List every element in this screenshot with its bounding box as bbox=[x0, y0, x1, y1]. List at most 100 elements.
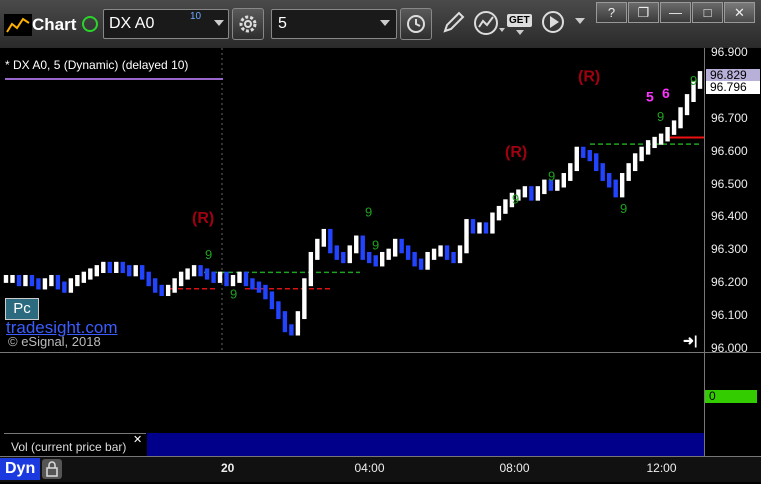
price-bar bbox=[438, 245, 443, 257]
volume-tag: 0 bbox=[705, 390, 757, 403]
price-bar bbox=[3, 274, 9, 283]
price-bar bbox=[16, 274, 22, 287]
restore-button[interactable]: ❐ bbox=[628, 2, 659, 23]
time-axis[interactable]: Dyn 20 04:00 08:00 12:00 bbox=[0, 456, 761, 482]
price-bar bbox=[354, 235, 359, 254]
price-bar bbox=[308, 251, 314, 287]
y-tick-label: 96.300 bbox=[711, 242, 748, 257]
price-bar bbox=[107, 261, 112, 274]
price-bar bbox=[594, 153, 599, 172]
settings-button[interactable] bbox=[232, 8, 264, 40]
studies-button[interactable] bbox=[472, 8, 506, 38]
symbol-value: DX A0 bbox=[109, 15, 155, 32]
minimize-button[interactable]: — bbox=[660, 2, 691, 23]
price-bar bbox=[684, 94, 690, 116]
price-bar bbox=[29, 274, 35, 287]
volume-legend-label: Vol (current price bar) bbox=[11, 440, 127, 454]
price-bar bbox=[568, 163, 573, 181]
price-bar bbox=[418, 258, 424, 270]
y-tick-label: 96.500 bbox=[711, 176, 748, 191]
interval-input[interactable]: 5 bbox=[271, 9, 397, 39]
sequential-count-mark: 9 bbox=[657, 109, 664, 124]
axis-mode-label[interactable]: Dyn bbox=[0, 458, 40, 480]
price-bar bbox=[671, 120, 677, 135]
price-bar bbox=[263, 284, 268, 300]
close-button[interactable]: ✕ bbox=[724, 2, 755, 23]
price-bar bbox=[211, 271, 216, 283]
play-button[interactable] bbox=[541, 10, 565, 34]
lock-icon[interactable] bbox=[42, 459, 62, 479]
maximize-button[interactable]: □ bbox=[692, 2, 723, 23]
get-data-button[interactable]: GET bbox=[507, 8, 537, 38]
price-bar bbox=[457, 245, 463, 264]
sequential-count-mark: 9 bbox=[230, 287, 237, 302]
price-bar bbox=[120, 261, 125, 274]
y-tick-label: 96.600 bbox=[711, 143, 748, 158]
x-tick-label: 04:00 bbox=[354, 461, 385, 475]
price-bar bbox=[574, 146, 579, 172]
chart-annotation: (R) bbox=[505, 144, 527, 161]
sequential-count-mark: 9 bbox=[548, 168, 555, 183]
close-icon[interactable]: ✕ bbox=[133, 433, 142, 446]
price-chart-canvas[interactable]: (R) (R) (R) 5 6 9 9 9 9 9 9 9 9 9 bbox=[0, 48, 704, 350]
price-bar bbox=[55, 274, 61, 290]
price-bar bbox=[477, 222, 482, 234]
price-bar bbox=[10, 274, 15, 283]
gear-icon bbox=[239, 15, 257, 33]
price-bar bbox=[159, 284, 164, 297]
price-bar bbox=[49, 274, 54, 287]
price-bar bbox=[606, 173, 612, 188]
price-axis[interactable]: 96.000 96.100 96.200 96.300 96.400 96.500 96.6… bbox=[704, 45, 761, 355]
price-bar bbox=[68, 278, 74, 293]
symbol-input[interactable]: DX A0 10 bbox=[103, 9, 229, 39]
price-bar bbox=[529, 186, 534, 201]
price-chart[interactable]: (R) (R) (R) 5 6 9 9 9 9 9 9 9 9 9 * DX A0, 5 (Dynamic… bbox=[0, 48, 704, 350]
y-tick-label: 96.100 bbox=[711, 308, 748, 323]
price-bar bbox=[256, 281, 262, 293]
volume-bar-strip bbox=[147, 433, 704, 456]
price-bar bbox=[295, 311, 301, 336]
y-tick-label: 96.200 bbox=[711, 275, 748, 290]
pencil-icon bbox=[443, 11, 465, 33]
price-bar bbox=[88, 268, 93, 280]
draw-tool-button[interactable] bbox=[438, 8, 468, 38]
price-bar bbox=[490, 212, 495, 234]
time-button[interactable] bbox=[400, 8, 432, 40]
price-bar bbox=[101, 261, 106, 274]
price-bar bbox=[341, 251, 346, 264]
chart-annotation: 5 bbox=[646, 88, 654, 104]
chevron-down-icon[interactable] bbox=[380, 20, 390, 26]
link-status-icon[interactable] bbox=[82, 16, 98, 32]
price-bar bbox=[386, 248, 391, 260]
price-bar bbox=[315, 238, 320, 260]
price-bar bbox=[146, 271, 151, 287]
price-bar bbox=[250, 278, 255, 290]
price-bar bbox=[555, 179, 560, 191]
scroll-to-end-icon[interactable]: ➜| bbox=[683, 333, 698, 349]
price-bar bbox=[328, 228, 333, 254]
price-bar bbox=[600, 163, 605, 181]
price-bar bbox=[639, 146, 644, 162]
price-bar bbox=[425, 251, 430, 270]
play-icon bbox=[542, 11, 564, 33]
volume-scale-divider bbox=[704, 353, 705, 457]
price-tag-last: 96.796 bbox=[706, 81, 760, 94]
price-bar bbox=[282, 311, 288, 333]
chevron-down-icon bbox=[575, 18, 585, 24]
clock-icon bbox=[407, 15, 425, 33]
price-bar bbox=[373, 255, 378, 267]
help-button[interactable]: ? bbox=[596, 2, 627, 23]
price-bar bbox=[302, 278, 307, 320]
chart-annotation: (R) bbox=[578, 69, 600, 86]
chevron-down-icon[interactable] bbox=[214, 20, 224, 26]
volume-pane[interactable]: 0 Vol (current price bar) ✕ bbox=[0, 352, 761, 457]
menu-button[interactable] bbox=[572, 10, 590, 30]
price-bar bbox=[321, 228, 327, 247]
price-bar bbox=[619, 173, 625, 198]
price-bar bbox=[360, 235, 365, 260]
price-bar bbox=[367, 251, 372, 264]
price-bar bbox=[191, 265, 197, 277]
chart-icon bbox=[4, 14, 32, 36]
price-bar bbox=[392, 238, 398, 257]
study-legend: * DX A0, 5 (Dynamic) (delayed 10) bbox=[5, 56, 223, 80]
